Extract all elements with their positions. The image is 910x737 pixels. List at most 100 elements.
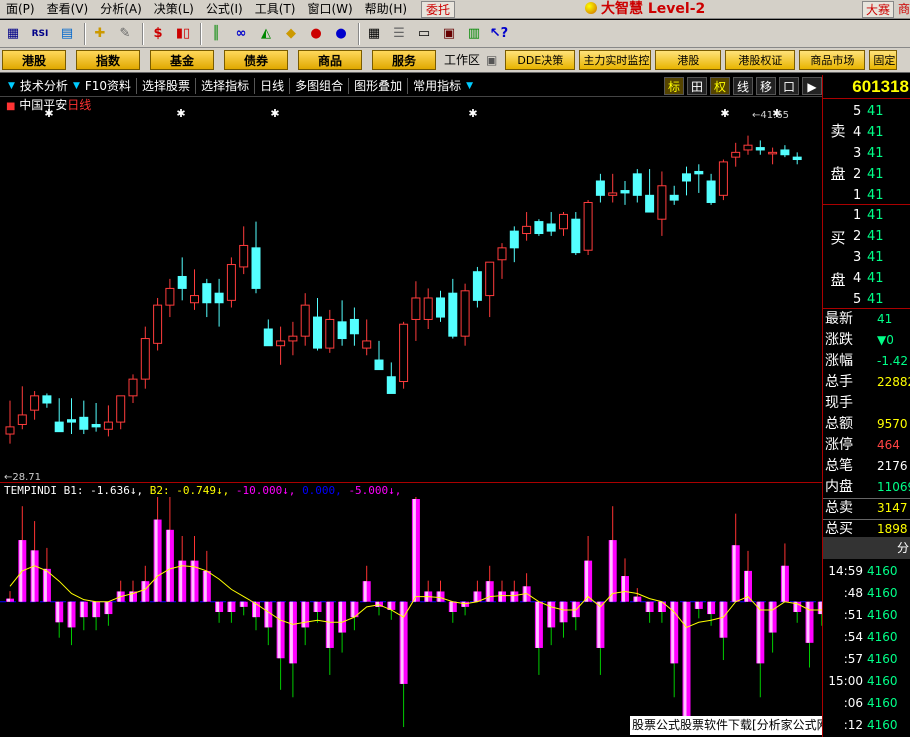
tab-dropdown-icon[interactable]: ▼ (73, 81, 80, 91)
tab-icon-button-1[interactable]: 田 (687, 76, 707, 95)
stat-label: 涨停 (825, 437, 853, 453)
nav-button2-1[interactable]: 主力实时监控 (579, 50, 652, 70)
tab-dropdown-icon[interactable]: ▼ (466, 81, 473, 91)
tab-icon-button-3[interactable]: 线 (733, 76, 753, 95)
indicator-bar-highlight (376, 601, 379, 607)
window-icon[interactable]: ▣ (438, 23, 460, 45)
menu-item-0[interactable]: 面(P) (0, 0, 41, 18)
buy-level: 1 (853, 208, 862, 223)
candle-body (153, 304, 163, 344)
nav-button-3[interactable]: 债券 (224, 50, 288, 70)
nav-button2-3[interactable]: 港股权证 (725, 50, 796, 70)
stat-label: 总买 (825, 521, 853, 537)
screen-icon[interactable]: ▭ (413, 23, 435, 45)
nav-button-0[interactable]: 港股 (2, 50, 66, 70)
nav-button-1[interactable]: 指数 (76, 50, 140, 70)
tab-item-1[interactable]: F10资料 (80, 75, 136, 97)
tab-item-5[interactable]: 多图组合 (290, 75, 348, 97)
candle-body (411, 297, 421, 320)
candle-body (645, 194, 655, 213)
candle-body (251, 247, 261, 289)
indicator-bar-highlight (412, 499, 416, 602)
move-icon[interactable]: ✚ (89, 23, 111, 45)
buy-label-2: 盘 (830, 271, 846, 289)
pencil-icon[interactable]: ✎ (114, 23, 136, 45)
menu-item-3[interactable]: 决策(L) (148, 0, 200, 18)
candle-body (780, 149, 790, 156)
red-circle-icon[interactable]: ● (305, 23, 327, 45)
grid-icon[interactable]: ▦ (2, 23, 24, 45)
candle-body (79, 416, 89, 430)
nav-button2-4[interactable]: 商品市场 (799, 50, 866, 70)
indicator-bar-highlight (56, 601, 60, 623)
workspace-label[interactable]: 工作区 (438, 50, 486, 70)
workspace-dropdown-icon[interactable]: ▣ (486, 53, 497, 67)
menu-item-7[interactable]: 帮助(H) (359, 0, 413, 18)
sell-price: 41 (867, 188, 884, 203)
help-cursor-icon[interactable]: ↖? (488, 23, 510, 45)
menu-item-5[interactable]: 工具(T) (249, 0, 302, 18)
indicator-bar-highlight (31, 550, 35, 602)
candle-body (423, 297, 433, 320)
candle-body (485, 261, 495, 297)
tab-icon-button-0[interactable]: 标 (664, 76, 684, 95)
indicator-bar-highlight (314, 601, 318, 612)
tick-time: :54 (843, 630, 863, 644)
calculator-icon[interactable]: ▤ (56, 23, 78, 45)
tab-icon-button-5[interactable]: 口 (779, 76, 799, 95)
grid-table-icon[interactable]: ▦ (363, 23, 385, 45)
dollar-icon[interactable]: $ (147, 23, 169, 45)
tab-item-6[interactable]: 图形叠加 (349, 75, 407, 97)
candlestick-chart[interactable]: ✱ ✱ ✱ ✱ ✱ ✱←41.65←28.71 (0, 97, 822, 482)
menu-item-6[interactable]: 窗口(W) (301, 0, 358, 18)
indicator-b2: B2: -0.749↓, (149, 484, 230, 497)
indicator-c3: -5.000↓, (348, 484, 402, 497)
tab-icon-button-2[interactable]: 权 (710, 76, 730, 95)
stat-value: 2176 (877, 459, 908, 473)
tab-icon-button-4[interactable]: 移 (756, 76, 776, 95)
menu-item-1[interactable]: 查看(V) (41, 0, 95, 18)
chart-divider (0, 482, 822, 483)
indicator-chart[interactable] (0, 497, 822, 729)
list-icon[interactable]: ☰ (388, 23, 410, 45)
nav-button-4[interactable]: 商品 (298, 50, 362, 70)
sell-row: 4 41 (853, 122, 910, 143)
menu-item-4[interactable]: 公式(I) (200, 0, 249, 18)
menu-item-2[interactable]: 分析(A) (94, 0, 148, 18)
blue-circle-icon[interactable]: ● (330, 23, 352, 45)
bell-icon[interactable]: ◭ (255, 23, 277, 45)
candle-body (768, 151, 778, 155)
tab-item-7[interactable]: 常用指标 (408, 75, 466, 97)
bars-icon[interactable]: ║ (205, 23, 227, 45)
dasai-button[interactable]: 大赛 (862, 1, 895, 18)
indicator-bar-highlight (732, 545, 736, 602)
shang-button[interactable]: 商 (896, 1, 910, 18)
nav-button-5[interactable]: 服务 (372, 50, 436, 70)
indicator-c2: 0.000, (302, 484, 342, 497)
nav-button-2[interactable]: 基金 (150, 50, 214, 70)
weituo-button[interactable]: 委托 (421, 1, 456, 18)
rsi-icon[interactable]: RSI (27, 23, 53, 45)
tab-item-2[interactable]: 选择股票 (137, 75, 195, 97)
tab-item-3[interactable]: 选择指标 (196, 75, 254, 97)
buy-row: 2 41 (853, 226, 910, 247)
tick-row: :06 4160 (825, 693, 910, 713)
binoculars-icon[interactable]: ∞ (230, 23, 252, 45)
book-icon[interactable]: ▥ (463, 23, 485, 45)
candle-body (386, 376, 396, 394)
tab-item-0[interactable]: 技术分析 (15, 75, 73, 97)
indicator-bar-highlight (462, 601, 466, 607)
nav-button2-5[interactable]: 固定 (869, 50, 898, 70)
tab-icon-button-6[interactable]: ▶ (802, 76, 822, 95)
tab-dropdown-icon[interactable]: ▼ (8, 81, 15, 91)
kline-icon[interactable]: ▮▯ (172, 23, 194, 45)
stat-row: 内盘 11069 (825, 477, 910, 498)
diamond-icon[interactable]: ◆ (280, 23, 302, 45)
tick-price: 4160 (867, 564, 898, 578)
nav-button2-0[interactable]: DDE决策 (505, 50, 576, 70)
candle-body (214, 292, 224, 304)
nav-button2-2[interactable]: 港股 (655, 50, 722, 70)
buy-row: 3 41 (853, 247, 910, 268)
indicator-bar-highlight (400, 601, 404, 684)
tab-item-4[interactable]: 日线 (255, 75, 289, 97)
